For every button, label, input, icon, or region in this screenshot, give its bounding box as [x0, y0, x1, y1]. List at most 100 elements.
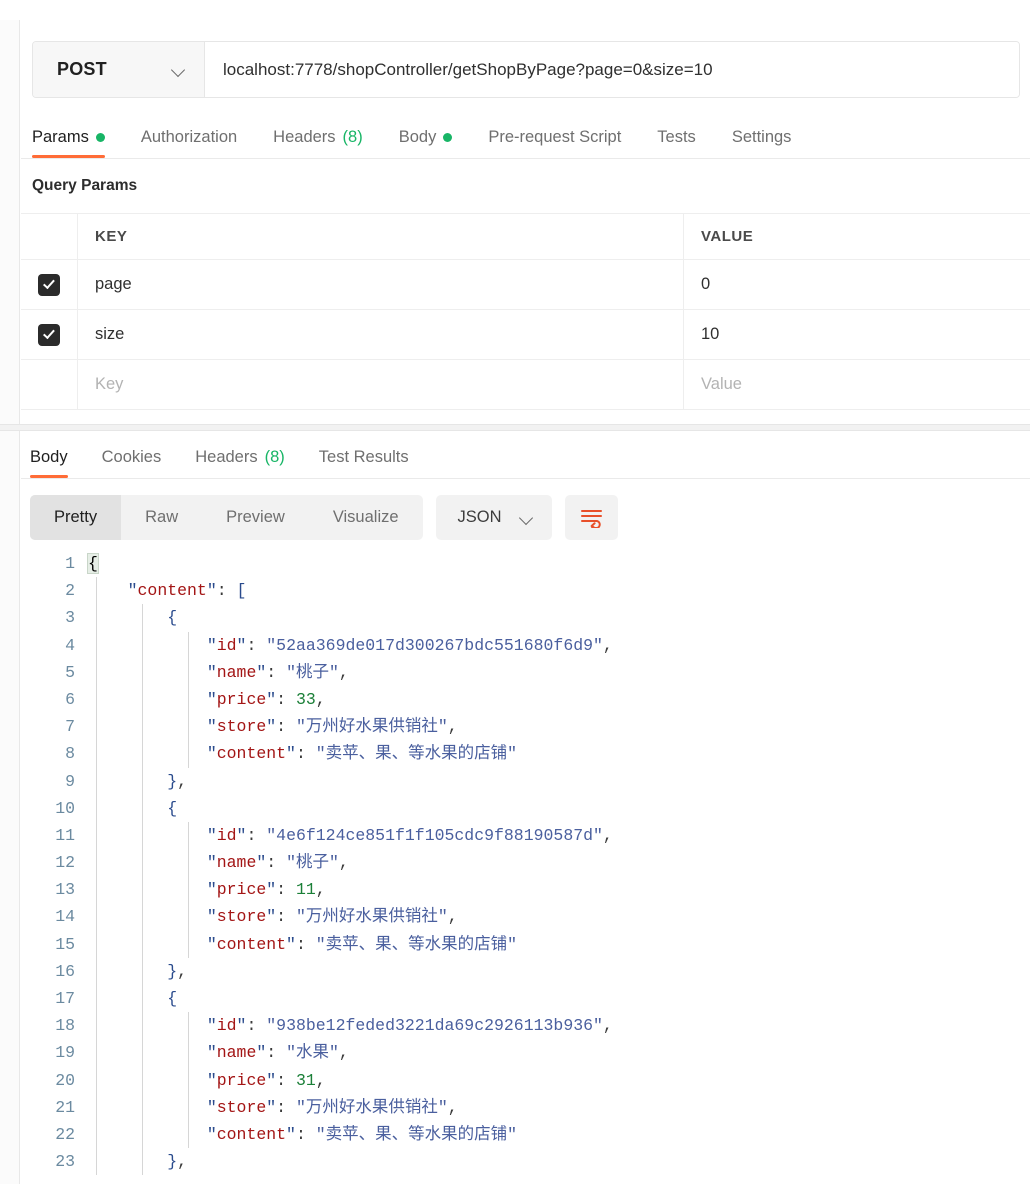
table-row[interactable]: size 10	[21, 310, 1030, 360]
json-token: :	[276, 689, 296, 709]
json-indent-guide	[188, 740, 189, 768]
json-token: store	[216, 907, 267, 927]
json-indent-guide	[96, 767, 97, 795]
json-token: "	[266, 880, 277, 900]
json-token: store	[216, 1097, 267, 1117]
json-indent-guide	[142, 1012, 143, 1040]
json-line: 3 {	[30, 604, 1030, 632]
json-token: "卖苹、果、等水果的店铺"	[315, 744, 518, 764]
response-body-json-viewer[interactable]: 1{2 "content": [3 {4 "id": "52aa369de017…	[30, 550, 1030, 1184]
json-indent-guide	[96, 658, 97, 686]
tab-settings[interactable]: Settings	[732, 128, 810, 158]
wrap-lines-icon	[580, 510, 602, 528]
json-line: 14 "store": "万州好水果供销社",	[30, 903, 1030, 931]
tab-tests[interactable]: Tests	[657, 128, 714, 158]
json-token: :	[276, 907, 296, 927]
pane-resize-handle[interactable]	[0, 424, 1030, 431]
response-tab-body[interactable]: Body	[30, 448, 86, 478]
tab-authorization[interactable]: Authorization	[141, 128, 255, 158]
request-url-input[interactable]: localhost:7778/shopController/getShopByP…	[205, 42, 1019, 97]
json-token: :	[216, 581, 237, 601]
response-format-label: JSON	[457, 508, 502, 526]
param-key-input[interactable]: size	[78, 310, 684, 359]
response-tab-test-results[interactable]: Test Results	[319, 448, 427, 478]
json-token: "	[206, 635, 217, 655]
json-token: "	[206, 689, 217, 709]
json-token: :	[246, 1016, 267, 1036]
json-token: ,	[315, 1070, 326, 1090]
json-token: "938be12feded3221da69c2926113b936"	[266, 1016, 603, 1036]
chevron-down-icon	[172, 63, 186, 77]
json-token: ,	[177, 771, 188, 791]
clipped-title-text	[128, 0, 133, 4]
json-token: {	[167, 608, 178, 628]
tab-body[interactable]: Body	[399, 128, 471, 158]
json-indent-guide	[96, 876, 97, 904]
view-mode-preview[interactable]: Preview	[202, 495, 309, 540]
response-tab-headers-count: (8)	[264, 448, 285, 466]
wrap-lines-button[interactable]	[564, 495, 618, 540]
json-indent-guide	[142, 1066, 143, 1094]
checkbox-checked-icon[interactable]	[38, 323, 60, 346]
param-key-input[interactable]: page	[78, 260, 684, 309]
json-line-code: {	[88, 794, 1030, 822]
row-enable-checkbox-cell[interactable]	[21, 310, 78, 359]
json-line: 16 },	[30, 957, 1030, 985]
param-value-input[interactable]: 10	[684, 310, 1030, 359]
tab-headers[interactable]: Headers (8)	[273, 128, 381, 158]
json-token: "	[206, 907, 217, 927]
json-token: name	[216, 662, 257, 682]
json-token: "	[127, 581, 138, 601]
view-mode-segmented-control: Pretty Raw Preview Visualize	[30, 495, 423, 540]
json-token: {	[87, 553, 99, 574]
json-indent-guide	[96, 604, 97, 632]
tab-pre-request-script[interactable]: Pre-request Script	[488, 128, 639, 158]
json-token: "	[206, 880, 217, 900]
json-token: "	[266, 907, 277, 927]
tab-headers-label: Headers	[273, 128, 336, 146]
row-enable-checkbox-cell-empty[interactable]	[21, 360, 78, 409]
response-tab-body-label: Body	[30, 448, 68, 466]
json-token: content	[216, 744, 287, 764]
response-format-selector[interactable]: JSON	[435, 495, 552, 540]
json-token: "	[206, 825, 217, 845]
param-value-input[interactable]: 0	[684, 260, 1030, 309]
http-method-selector[interactable]: POST	[33, 42, 205, 97]
new-param-value-input[interactable]: Value	[684, 360, 1030, 409]
view-mode-visualize[interactable]: Visualize	[309, 495, 423, 540]
json-indent-guide	[188, 1012, 189, 1040]
json-line-code: "price": 11,	[88, 876, 1030, 904]
json-token: price	[216, 1070, 267, 1090]
json-line: 21 "store": "万州好水果供销社",	[30, 1093, 1030, 1121]
json-token: 31	[295, 1070, 316, 1090]
json-line: 15 "content": "卖苹、果、等水果的店铺"	[30, 930, 1030, 958]
response-tab-cookies[interactable]: Cookies	[102, 448, 180, 478]
json-line-code: "content": "卖苹、果、等水果的店铺"	[88, 1120, 1030, 1149]
json-indent-guide	[96, 903, 97, 931]
json-indent-guide	[96, 713, 97, 741]
response-tab-headers[interactable]: Headers (8)	[195, 448, 303, 478]
json-token: :	[246, 635, 267, 655]
postman-request-response-view: POST localhost:7778/shopController/getSh…	[0, 0, 1030, 1184]
json-line-number: 21	[55, 1097, 75, 1117]
new-param-key-input[interactable]: Key	[78, 360, 684, 409]
json-line-number: 6	[65, 689, 75, 709]
json-line-number: 1	[65, 554, 75, 573]
view-mode-pretty[interactable]: Pretty	[30, 495, 122, 540]
view-mode-raw[interactable]: Raw	[121, 495, 202, 540]
left-gutter-rail	[0, 20, 20, 1184]
json-line: 7 "store": "万州好水果供销社",	[30, 713, 1030, 741]
json-indent-guide	[142, 930, 143, 958]
json-line-code: "store": "万州好水果供销社",	[88, 1093, 1030, 1121]
json-line-number: 22	[55, 1124, 75, 1144]
table-row-new[interactable]: Key Value	[21, 360, 1030, 410]
json-line-code: "name": "桃子",	[88, 658, 1030, 686]
tab-params[interactable]: Params	[32, 128, 123, 158]
row-enable-checkbox-cell[interactable]	[21, 260, 78, 309]
table-row[interactable]: page 0	[21, 260, 1030, 310]
json-token: "	[206, 1043, 217, 1063]
json-line-number: 9	[65, 771, 75, 791]
json-indent-guide	[188, 658, 189, 686]
checkbox-checked-icon[interactable]	[38, 273, 60, 296]
json-token: ,	[338, 853, 349, 873]
